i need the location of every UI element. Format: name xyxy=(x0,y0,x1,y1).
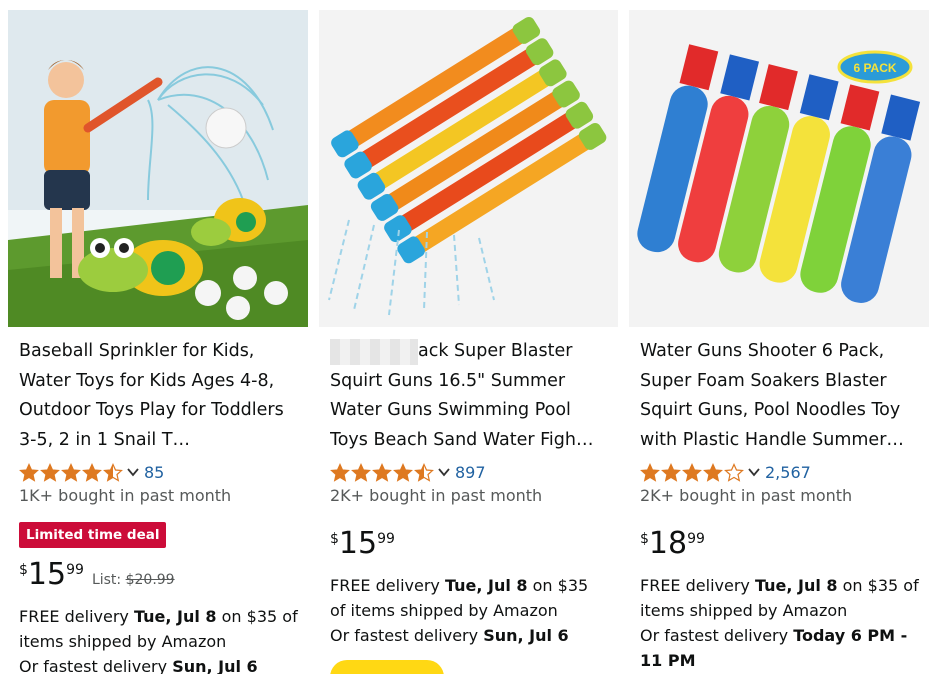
delivery-pre: FREE delivery xyxy=(330,576,445,595)
star-rating[interactable] xyxy=(640,462,745,482)
redacted-text xyxy=(330,339,418,365)
bought-count: 2K+ bought in past month xyxy=(640,486,853,505)
product-image[interactable] xyxy=(8,10,308,327)
deal-badge: Limited time deal xyxy=(19,522,167,548)
delivery-info: FREE delivery Tue, Jul 8 on $35 of items… xyxy=(19,604,298,674)
delivery-pre: FREE delivery xyxy=(19,607,134,626)
star-half-icon xyxy=(414,462,434,482)
fastest-pre: Or fastest delivery xyxy=(19,657,173,674)
add-to-cart-button[interactable] xyxy=(330,660,444,674)
price-whole: 15 xyxy=(338,526,378,561)
price-symbol: $ xyxy=(330,531,339,547)
rating-row[interactable]: 2,567 xyxy=(640,461,919,483)
star-full-icon xyxy=(393,462,413,482)
price-symbol: $ xyxy=(19,562,28,578)
star-full-icon xyxy=(661,462,681,482)
star-full-icon xyxy=(372,462,392,482)
review-count-link[interactable]: 897 xyxy=(455,463,486,482)
pack-badge: 6 PACK xyxy=(853,61,896,75)
product-image[interactable] xyxy=(319,10,618,327)
bought-count: 2K+ bought in past month xyxy=(330,486,543,505)
chevron-down-icon[interactable] xyxy=(747,465,761,479)
price-fraction: 99 xyxy=(377,531,395,547)
previous-row-clipped xyxy=(0,0,936,8)
delivery-date: Tue, Jul 8 xyxy=(133,607,217,626)
star-rating[interactable] xyxy=(330,462,435,482)
review-count-link[interactable]: 2,567 xyxy=(765,463,811,482)
list-label: List: xyxy=(91,572,122,588)
star-full-icon xyxy=(82,462,102,482)
delivery-info: FREE delivery Tue, Jul 8 on $35 of items… xyxy=(640,573,919,673)
product-card[interactable]: 6 PACK Water Guns Shooter 6 Pack, Super … xyxy=(629,10,929,674)
product-image[interactable]: 6 PACK xyxy=(629,10,929,327)
fastest-pre: Or fastest delivery xyxy=(330,626,484,645)
price-whole: 15 xyxy=(27,557,67,592)
star-full-icon xyxy=(19,462,39,482)
price-fraction: 99 xyxy=(687,531,705,547)
list-price-value: $20.99 xyxy=(125,572,175,588)
price-fraction: 99 xyxy=(66,562,84,578)
star-half-icon xyxy=(103,462,123,482)
product-card[interactable]: Baseball Sprinkler for Kids, Water Toys … xyxy=(8,10,308,674)
delivery-pre: FREE delivery xyxy=(640,576,755,595)
star-full-icon xyxy=(640,462,660,482)
price[interactable]: $ 15 99 List: $20.99 xyxy=(19,558,298,596)
star-empty-icon xyxy=(724,462,744,482)
bought-count: 1K+ bought in past month xyxy=(19,486,232,505)
fastest-date: Sun, Jul 6 xyxy=(172,657,258,674)
review-count-link[interactable]: 85 xyxy=(144,463,164,482)
rating-row[interactable]: 897 xyxy=(330,461,608,483)
list-price: List: $20.99 xyxy=(92,572,175,588)
star-rating[interactable] xyxy=(19,462,124,482)
star-full-icon xyxy=(40,462,60,482)
star-full-icon xyxy=(703,462,723,482)
price-whole: 18 xyxy=(648,526,688,561)
fastest-pre: Or fastest delivery xyxy=(640,626,794,645)
product-title[interactable]: Baseball Sprinkler for Kids, Water Toys … xyxy=(19,337,298,455)
delivery-date: Tue, Jul 8 xyxy=(444,576,528,595)
star-full-icon xyxy=(61,462,81,482)
star-full-icon xyxy=(682,462,702,482)
price-symbol: $ xyxy=(640,531,649,547)
star-full-icon xyxy=(330,462,350,482)
product-title[interactable]: Water Guns Shooter 6 Pack, Super Foam So… xyxy=(640,337,919,455)
rating-row[interactable]: 85 xyxy=(19,461,298,483)
delivery-date: Tue, Jul 8 xyxy=(754,576,838,595)
star-full-icon xyxy=(351,462,371,482)
chevron-down-icon[interactable] xyxy=(437,465,451,479)
fastest-date: Sun, Jul 6 xyxy=(483,626,569,645)
chevron-down-icon[interactable] xyxy=(126,465,140,479)
product-title[interactable]: ack Super Blaster Squirt Guns 16.5" Summ… xyxy=(330,337,608,455)
product-card[interactable]: ack Super Blaster Squirt Guns 16.5" Summ… xyxy=(319,10,618,674)
price[interactable]: $ 18 99 xyxy=(640,527,919,565)
price[interactable]: $ 15 99 xyxy=(330,527,608,565)
delivery-info: FREE delivery Tue, Jul 8 on $35 of items… xyxy=(330,573,608,648)
